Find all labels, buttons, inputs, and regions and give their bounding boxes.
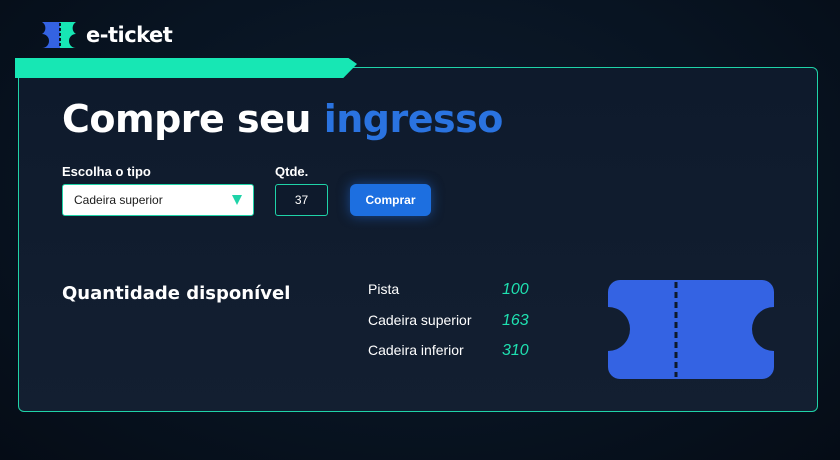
ticket-type-value: Cadeira superior <box>74 193 163 207</box>
availability-name: Pista <box>368 281 400 297</box>
page-title: Compre seu ingresso <box>62 97 503 141</box>
card-tab-accent <box>15 58 357 78</box>
ticket-illustration-icon <box>608 280 774 379</box>
availability-count: 100 <box>502 281 529 298</box>
brand-logo[interactable]: e-ticket <box>38 20 173 50</box>
chevron-down-icon <box>232 195 242 205</box>
brand-name: e-ticket <box>86 23 173 47</box>
availability-row-cadeira-superior: Cadeira superior 163 <box>368 312 538 334</box>
ticket-type-select[interactable]: Cadeira superior <box>62 184 254 216</box>
buy-button[interactable]: Comprar <box>350 184 431 216</box>
ticket-type-label: Escolha o tipo <box>62 164 151 179</box>
availability-name: Cadeira inferior <box>368 342 464 358</box>
availability-name: Cadeira superior <box>368 312 472 328</box>
availability-title: Quantidade disponível <box>62 283 291 304</box>
availability-count: 310 <box>502 342 529 359</box>
quantity-input[interactable]: 37 <box>275 184 328 216</box>
title-accent: ingresso <box>323 97 504 141</box>
availability-row-pista: Pista 100 <box>368 281 538 303</box>
availability-row-cadeira-inferior: Cadeira inferior 310 <box>368 342 538 364</box>
quantity-label: Qtde. <box>275 164 309 179</box>
title-prefix: Compre seu <box>62 97 311 141</box>
ticket-logo-icon <box>42 22 76 48</box>
availability-count: 163 <box>502 312 529 329</box>
